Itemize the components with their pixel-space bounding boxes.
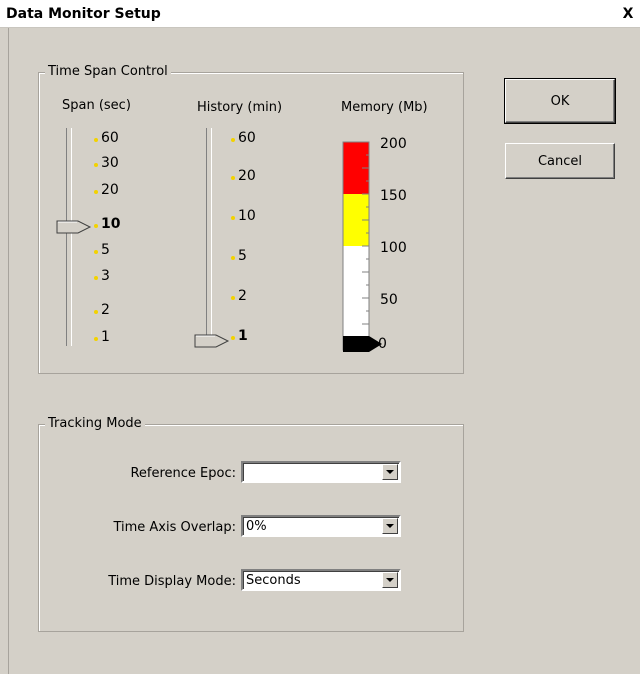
history-tick[interactable]: 2 [231, 288, 251, 304]
history-tick-label: 5 [238, 248, 247, 264]
time-display-mode-value: Seconds [246, 573, 301, 588]
span-tick[interactable]: 20 [94, 183, 119, 198]
history-tick[interactable]: 1 [231, 328, 251, 344]
memory-gauge [342, 141, 382, 352]
tick-dot-icon [231, 296, 235, 300]
span-tick[interactable]: 1 [94, 329, 114, 345]
tick-dot-icon [94, 138, 98, 142]
history-slider-track[interactable] [206, 128, 212, 340]
span-tick[interactable]: 60 [94, 131, 119, 146]
history-tick-label: 10 [238, 208, 256, 224]
chevron-down-icon[interactable] [382, 464, 398, 480]
span-label: Span (sec) [62, 98, 131, 113]
span-tick[interactable]: 10 [94, 217, 120, 232]
tick-dot-icon [231, 176, 235, 180]
history-tick-label: 60 [238, 130, 256, 146]
memory-scale-label: 50 [380, 292, 398, 308]
history-label: History (min) [197, 100, 283, 115]
span-tick-label: 30 [101, 155, 119, 171]
history-tick[interactable]: 10 [231, 209, 256, 224]
reference-epoc-select[interactable] [241, 461, 401, 483]
history-slider-thumb[interactable] [194, 334, 230, 348]
tick-dot-icon [94, 250, 98, 254]
history-tick-label: 2 [238, 288, 247, 304]
span-tick[interactable]: 2 [94, 302, 114, 318]
time-display-mode-label: Time Display Mode: [108, 574, 236, 589]
span-tick-label: 1 [101, 329, 110, 345]
time-axis-overlap-value: 0% [246, 519, 267, 534]
tracking-mode-legend: Tracking Mode [45, 416, 145, 432]
cancel-button[interactable]: Cancel [505, 143, 615, 179]
memory-scale-label: 0 [378, 336, 387, 352]
memory-scale-label: 100 [380, 240, 407, 256]
span-slider-thumb[interactable] [56, 220, 92, 234]
chevron-down-icon[interactable] [382, 518, 398, 534]
span-tick[interactable]: 30 [94, 156, 119, 171]
tick-dot-icon [231, 216, 235, 220]
title-bar: Data Monitor Setup X [0, 0, 640, 28]
tick-dot-icon [94, 224, 98, 228]
span-tick-label: 20 [101, 182, 119, 198]
span-tick-label: 3 [101, 268, 110, 284]
history-tick-label: 20 [238, 168, 256, 184]
span-tick-label: 2 [101, 302, 110, 318]
tick-dot-icon [94, 337, 98, 341]
memory-scale-label: 150 [380, 188, 407, 204]
tick-dot-icon [94, 276, 98, 280]
tick-dot-icon [231, 336, 235, 340]
window-title: Data Monitor Setup [6, 6, 161, 22]
history-tick-label: 1 [238, 328, 248, 344]
span-slider-track[interactable] [66, 128, 72, 346]
span-tick[interactable]: 3 [94, 268, 114, 284]
time-display-mode-select[interactable]: Seconds [241, 569, 401, 591]
memory-scale-label: 200 [380, 136, 407, 152]
history-tick[interactable]: 60 [231, 131, 256, 146]
tick-dot-icon [231, 138, 235, 142]
memory-label: Memory (Mb) [341, 100, 428, 115]
tick-dot-icon [94, 310, 98, 314]
tick-dot-icon [94, 190, 98, 194]
reference-epoc-label: Reference Epoc: [130, 466, 236, 481]
chevron-down-icon[interactable] [382, 572, 398, 588]
span-tick[interactable]: 5 [94, 242, 114, 258]
time-span-legend: Time Span Control [45, 64, 171, 80]
time-axis-overlap-select[interactable]: 0% [241, 515, 401, 537]
time-axis-overlap-label: Time Axis Overlap: [113, 520, 236, 535]
memory-level-indicator [343, 336, 382, 352]
tick-dot-icon [94, 163, 98, 167]
span-tick-label: 60 [101, 130, 119, 146]
history-tick[interactable]: 5 [231, 248, 251, 264]
ok-button[interactable]: OK [504, 78, 616, 124]
tick-dot-icon [231, 256, 235, 260]
history-tick[interactable]: 20 [231, 169, 256, 184]
close-button[interactable]: X [619, 7, 637, 23]
span-tick-label: 5 [101, 242, 110, 258]
span-tick-label: 10 [101, 216, 121, 232]
